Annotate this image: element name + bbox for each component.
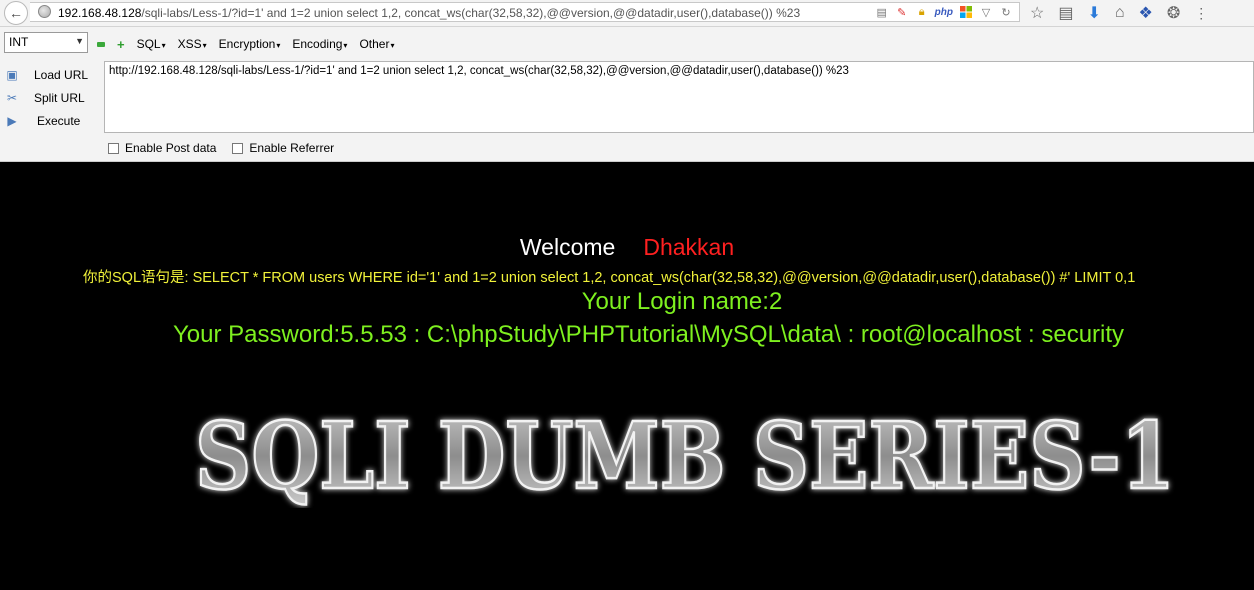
back-button[interactable]: ← [4,1,28,25]
enable-post-checkbox[interactable]: Enable Post data [108,141,216,155]
load-url-button[interactable]: ▣ Load URL [2,63,100,86]
enable-referrer-checkbox[interactable]: Enable Referrer [232,141,334,155]
hackbar-commands: ▣ Load URL ✂ Split URL ▶ Execute [2,63,100,132]
user-name: Dhakkan [643,234,735,260]
address-bar[interactable]: 192.168.48.128/sqli-labs/Less-1/?id=1' a… [30,2,1020,22]
caret-icon: ▾ [276,41,281,50]
welcome-text: Welcome [519,234,616,260]
split-url-label: Split URL [34,90,85,105]
split-url-button[interactable]: ✂ Split URL [2,86,100,109]
globe-icon [38,5,51,18]
dropdown-triangle-icon[interactable]: ▽ [979,5,993,19]
bookmark-star-icon[interactable]: ☆ [1030,3,1044,23]
address-path: /sqli-labs/Less-1/?id=1' and 1=2 union s… [141,6,801,20]
reading-list-icon[interactable]: ▤ [1058,3,1073,23]
enable-post-label: Enable Post data [125,141,217,155]
network-icon[interactable]: ▤ [875,5,889,19]
caret-icon: ▾ [161,41,166,50]
menu-xss[interactable]: XSS▾ [178,37,207,51]
lock-icon[interactable]: 🔒︎ [915,5,929,19]
extension-icon[interactable]: ❂ [1167,3,1180,23]
increase-icon[interactable]: + [117,38,125,51]
windows-icon[interactable] [959,5,973,19]
menu-encoding-label: Encoding [292,37,343,51]
menu-sql-label: SQL [136,37,161,51]
menu-encryption[interactable]: Encryption▾ [219,37,281,51]
welcome-line: Welcome Dhakkan [0,234,1254,261]
caret-icon: ▾ [202,41,207,50]
menu-other[interactable]: Other▾ [359,37,394,51]
address-icons: ▤ ✎ 🔒︎ php ▽ ↻ [875,5,1013,19]
menu-icon[interactable]: ⋮ [1194,5,1208,22]
hackbar-options: Enable Post data Enable Referrer [108,141,334,155]
menu-sql[interactable]: SQL▾ [137,37,166,51]
menu-xss-label: XSS [177,37,202,51]
load-url-label: Load URL [34,67,89,82]
series-banner: SQLI DUMB SERIES-1 [194,401,1177,508]
checkbox-box[interactable] [108,142,119,154]
back-arrow-icon: ← [9,5,23,21]
password-text: Your Password:5.5.53 : C:\phpStudy\PHPTu… [173,321,1125,348]
int-select[interactable]: INT ▼ [4,32,88,53]
hackbar-menu: + SQL▾ XSS▾ Encryption▾ Encoding▾ Other▾ [97,37,394,51]
checkbox-box[interactable] [232,142,244,154]
decrease-icon[interactable] [97,41,105,47]
hackbar-url-textarea[interactable]: http://192.168.48.128/sqli-labs/Less-1/?… [104,61,1254,133]
play-icon: ▶ [7,113,17,128]
execute-button[interactable]: ▶ Execute [2,109,100,132]
banner-title: SQLI DUMB SERIES-1 [195,402,1175,508]
scissors-icon: ✂ [6,90,18,105]
enable-referrer-label: Enable Referrer [249,141,335,155]
menu-encoding[interactable]: Encoding▾ [292,37,347,51]
execute-label: Execute [37,113,81,128]
address-host: 192.168.48.128 [58,6,142,20]
caret-icon: ▾ [343,41,348,50]
pen-icon[interactable]: ✎ [895,5,909,19]
php-badge[interactable]: php [935,7,953,18]
home-icon[interactable]: ⌂ [1115,4,1125,22]
hackbar: INT ▼ + SQL▾ XSS▾ Encryption▾ Encoding▾ … [0,27,1254,162]
login-name-text: Your Login name:2 [581,288,783,315]
pocket-icon[interactable]: ❖ [1139,3,1153,23]
chevron-down-icon: ▼ [75,36,84,46]
menu-encryption-label: Encryption [218,37,276,51]
int-select-value: INT [9,35,29,49]
toolbar-icons: ☆ ▤ ⬇ ⌂ ❖ ❂ ⋮ [1030,3,1208,23]
menu-other-label: Other [359,37,390,51]
caret-icon: ▾ [390,41,395,50]
load-url-icon: ▣ [6,67,18,82]
sql-query-text: 你的SQL语句是: SELECT * FROM users WHERE id='… [83,270,1136,286]
address-text[interactable]: 192.168.48.128/sqli-labs/Less-1/?id=1' a… [58,6,800,20]
reload-icon[interactable]: ↻ [999,5,1013,19]
download-icon[interactable]: ⬇ [1087,3,1100,23]
browser-navbar: ← 192.168.48.128/sqli-labs/Less-1/?id=1'… [0,0,1254,27]
